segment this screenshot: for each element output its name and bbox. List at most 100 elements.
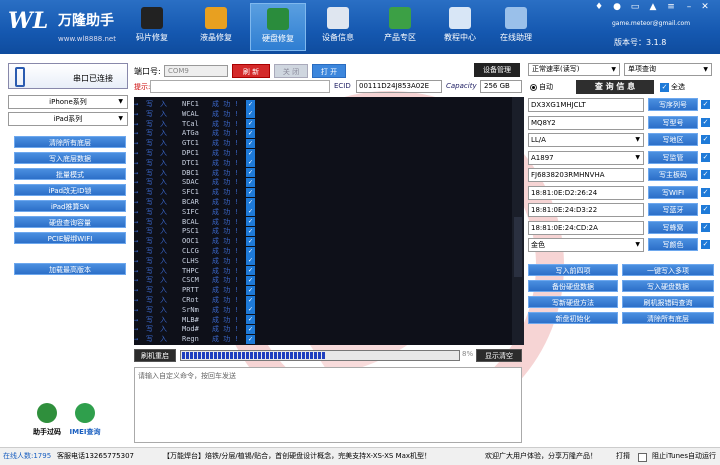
- info-field[interactable]: 18:81:0E:24:D3:22: [528, 203, 644, 217]
- radio-icon: [530, 83, 537, 91]
- field-checkbox[interactable]: ✓: [701, 117, 712, 127]
- field-checkbox[interactable]: ✓: [701, 100, 712, 109]
- write-field-button[interactable]: 写蓝牙: [648, 203, 698, 216]
- shirt-icon[interactable]: ♦: [594, 2, 604, 12]
- imei-query-button[interactable]: IMEI查询: [65, 403, 105, 443]
- write-field-button[interactable]: 写颜色: [648, 238, 698, 251]
- action-button[interactable]: 新盘初始化: [528, 312, 618, 324]
- info-select[interactable]: 金色 ▼: [528, 238, 644, 252]
- nav-device[interactable]: 设备信息: [310, 3, 366, 51]
- write-field-button[interactable]: 写监管: [648, 150, 698, 164]
- select-all-checkbox[interactable]: ✓ 全选: [660, 82, 685, 92]
- left-action-button[interactable]: 硬盘查询容量: [14, 216, 126, 228]
- field-checkbox[interactable]: ✓: [701, 222, 712, 232]
- command-input[interactable]: 请输入自定义命令，按回车发送: [134, 367, 522, 443]
- log-arrow: →: [134, 217, 139, 226]
- nav-label: 硬盘修复: [262, 34, 294, 43]
- action-button[interactable]: 刷机报错码查询: [622, 296, 714, 308]
- write-field-button[interactable]: 写蜂窝: [648, 220, 698, 234]
- info-field[interactable]: FJ6838203RMHNVHA: [528, 168, 644, 182]
- load-latest-button[interactable]: 加载最高版本: [14, 263, 126, 275]
- field-checkbox[interactable]: ✓: [701, 205, 712, 214]
- query-info-button[interactable]: 查 询 信 息: [576, 80, 654, 94]
- left-action-button[interactable]: 写入底层数据: [14, 152, 126, 164]
- check-icon: ✓: [246, 119, 257, 129]
- action-button[interactable]: 备份硬盘数据: [528, 280, 618, 292]
- series-select[interactable]: iPhone系列 ▼: [8, 95, 128, 109]
- console-scrollbar[interactable]: [512, 97, 524, 345]
- write-field-button[interactable]: 写型号: [648, 115, 698, 129]
- nav-book[interactable]: 教程中心: [432, 3, 488, 51]
- clear-display-button[interactable]: 显示清空: [476, 349, 522, 362]
- log-line: → 写入 OOC1 成 功 ! ✓: [134, 236, 524, 246]
- info-field[interactable]: 18:81:0E:24:CD:2A: [528, 220, 644, 235]
- info-select[interactable]: A1897 ▼: [528, 150, 644, 165]
- action-button[interactable]: 一键写入多项: [622, 264, 714, 276]
- com-port-row: 端口号: COM9 刷 新 关 闭 打 开: [134, 63, 524, 79]
- log-arrow: →: [134, 158, 139, 167]
- log-nm: NFC1: [182, 100, 199, 108]
- close-port-button[interactable]: 关 闭: [274, 64, 308, 78]
- field-checkbox[interactable]: ✓: [701, 240, 712, 249]
- auto-radio[interactable]: 自动: [530, 82, 553, 92]
- left-action-button[interactable]: iPad改无ID锁: [14, 184, 126, 196]
- action-button[interactable]: 写入前四项: [528, 264, 618, 276]
- open-port-button[interactable]: 打 开: [312, 64, 346, 78]
- write-field-button[interactable]: 写主板码: [648, 168, 698, 181]
- info-field[interactable]: DX3XG1MHJCLT: [528, 98, 644, 112]
- device-manager-button[interactable]: 设备管理: [474, 63, 520, 77]
- left-action-button[interactable]: 批量模式: [14, 168, 126, 180]
- field-checkbox[interactable]: ✓: [701, 135, 712, 144]
- close-icon[interactable]: ✕: [700, 2, 710, 12]
- left-action-button[interactable]: PCIE解绑WIFI: [14, 232, 126, 244]
- log-to: 入: [160, 158, 167, 167]
- log-nm: BCAR: [182, 198, 199, 206]
- minimize-icon[interactable]: –: [684, 2, 694, 12]
- query-mode-select[interactable]: 单项查询 ▼: [624, 63, 712, 76]
- field-checkbox[interactable]: ✓: [701, 152, 712, 162]
- log-line: → 写入 PSC1 成 功 ! ✓: [134, 226, 524, 236]
- refresh-button[interactable]: 刷 新: [232, 64, 270, 78]
- left-action-button[interactable]: 清除所有底层: [14, 136, 126, 148]
- menu-icon[interactable]: ≡: [666, 2, 676, 12]
- log-st: 成 功 !: [212, 168, 239, 177]
- left-action-button[interactable]: iPad推算SN: [14, 200, 126, 212]
- check-icon: ✓: [246, 285, 257, 295]
- action-button[interactable]: 清除所有底层: [622, 312, 714, 324]
- log-arrow: →: [134, 207, 139, 216]
- info-field[interactable]: 18:81:0E:D2:26:24: [528, 185, 644, 200]
- write-field-button[interactable]: 写WIFI: [648, 185, 698, 199]
- log-w: 写: [146, 207, 153, 216]
- action-button[interactable]: 写入硬盘数据: [622, 280, 714, 292]
- flash-restart-button[interactable]: 刷机重启: [134, 349, 176, 362]
- bell-icon[interactable]: ▲: [648, 2, 658, 12]
- nav-lcd[interactable]: 液晶修复: [188, 3, 244, 51]
- field-checkbox[interactable]: ✓: [701, 170, 712, 179]
- assist-bypass-button[interactable]: 助手过码: [27, 403, 67, 443]
- log-console[interactable]: → 写入 NFC1 成 功 ! ✓ → 写入 WCAL 成 功 ! ✓ → 写入 TCal 成 功 ! ✓ →…: [134, 97, 524, 345]
- nav-chip[interactable]: 码片修复: [124, 3, 180, 51]
- action-button[interactable]: 写新硬盘方法: [528, 296, 618, 308]
- log-arrow: →: [134, 335, 139, 344]
- info-field[interactable]: MQ8Y2: [528, 115, 644, 130]
- field-checkbox[interactable]: ✓: [701, 187, 712, 197]
- nav-cart[interactable]: 产品专区: [372, 3, 428, 51]
- model-select[interactable]: iPad系列 ▼: [8, 112, 128, 126]
- chat-icon[interactable]: ▭: [630, 2, 640, 12]
- nav-gem[interactable]: 在线助理: [488, 3, 544, 51]
- speed-select[interactable]: 正常速率(读写) ▼: [528, 63, 620, 76]
- status-bar: 在线人数:1795 客服电话13265775307 【万能焊台】焙铁/分层/植锡…: [0, 447, 720, 465]
- scroll-thumb[interactable]: [514, 217, 522, 277]
- write-field-button[interactable]: 写序列号: [648, 98, 698, 111]
- write-field-button[interactable]: 写地区: [648, 133, 698, 146]
- log-st: 成 功 !: [212, 109, 239, 118]
- log-to: 入: [160, 315, 167, 324]
- log-arrow: →: [134, 119, 139, 128]
- log-to: 入: [160, 335, 167, 344]
- check-icon: ✓: [246, 158, 257, 168]
- log-to: 入: [160, 178, 167, 187]
- info-select[interactable]: LL/A ▼: [528, 133, 644, 147]
- person-icon[interactable]: ●: [612, 2, 622, 12]
- nav-disk[interactable]: 硬盘修复: [250, 3, 306, 51]
- com-port-select[interactable]: COM9: [164, 65, 228, 77]
